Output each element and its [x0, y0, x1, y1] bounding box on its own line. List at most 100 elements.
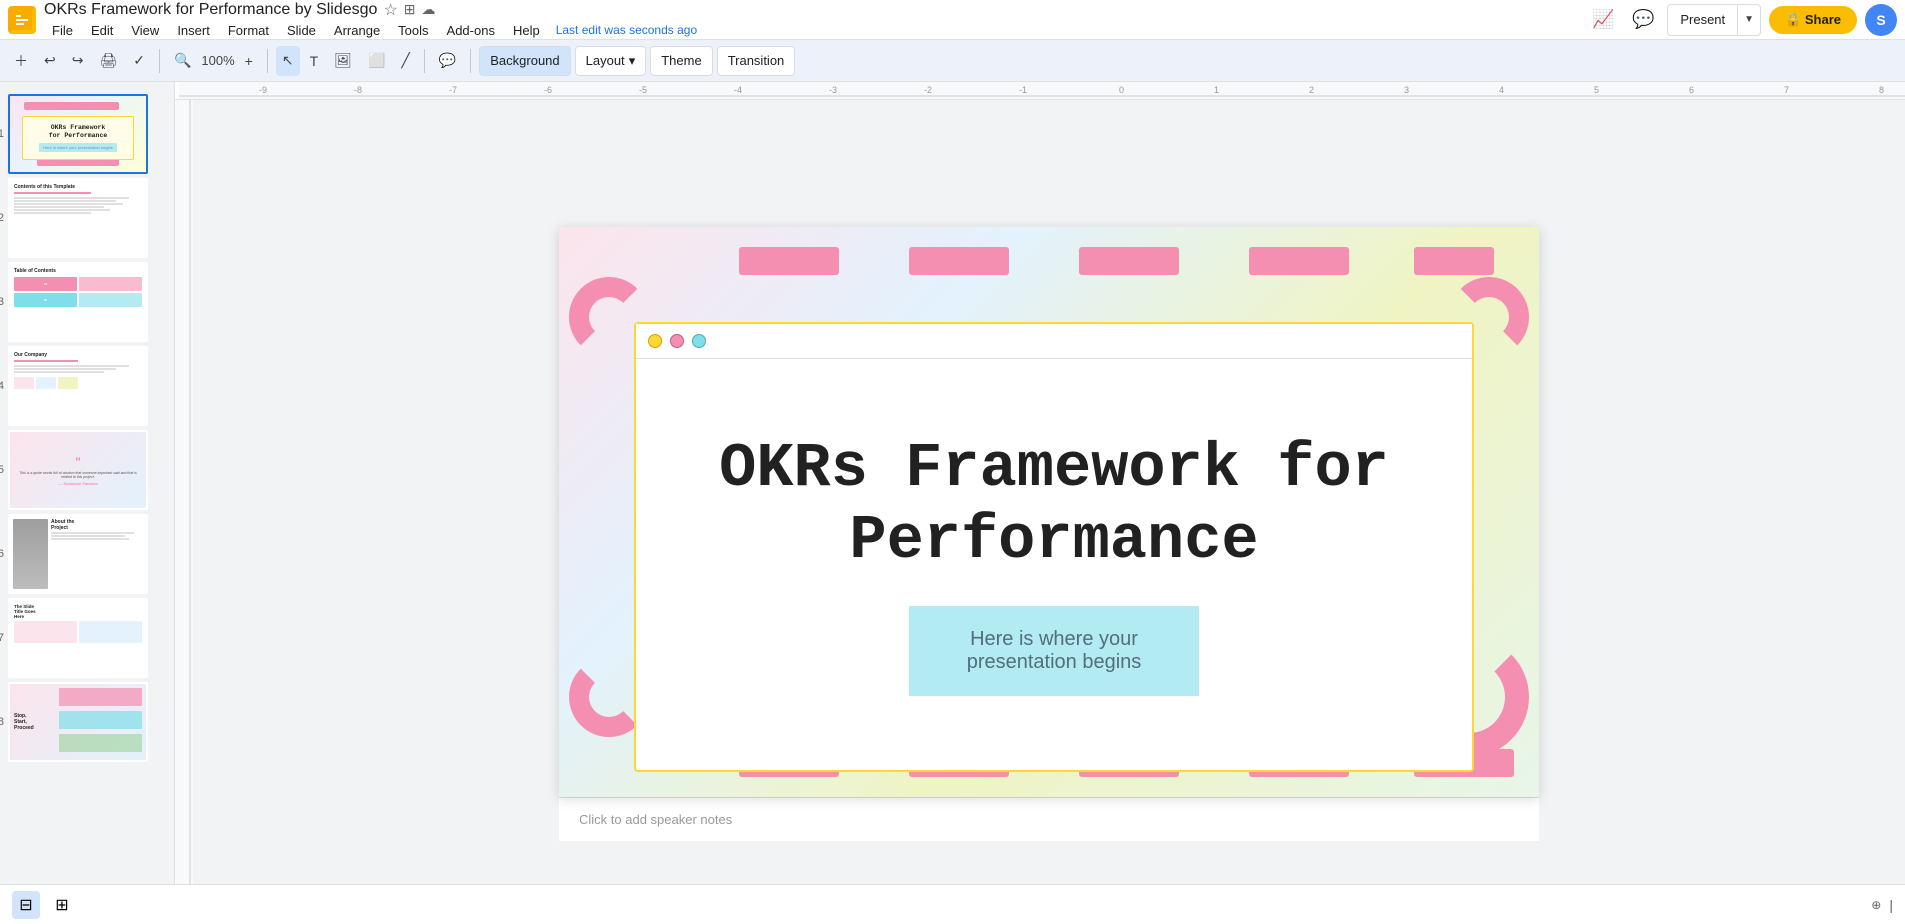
browser-dot-yellow [648, 334, 662, 348]
slide-thumb-7[interactable]: 7 The SlideTitle GoesHere [8, 598, 166, 678]
present-dropdown-arrow[interactable]: ▼ [1737, 5, 1760, 35]
main-slide-container: OKRs Framework for Performance Here is w… [559, 227, 1539, 797]
share-button[interactable]: 🔒 Share [1769, 6, 1857, 34]
deco-bar-top-4 [1249, 247, 1349, 275]
toolbar-new-btn[interactable]: ＋ [8, 46, 34, 76]
main-slide[interactable]: OKRs Framework for Performance Here is w… [559, 227, 1539, 797]
top-bar: OKRs Framework for Performance by Slides… [0, 0, 1905, 40]
slide-inner-5[interactable]: " This is a quote words full of wisdom t… [8, 430, 148, 510]
menu-addons[interactable]: Add-ons [439, 21, 503, 40]
subtitle-box[interactable]: Here is where your presentation begins [909, 606, 1199, 696]
toolbar-image-btn[interactable]: 🖼 [328, 46, 358, 76]
menu-file[interactable]: File [44, 21, 81, 40]
bottom-bar: ⊟ ⊞ ⊕ | [0, 884, 1905, 924]
slide-number-8: 8 [0, 716, 4, 728]
zoom-level: 100% [201, 53, 234, 68]
toolbar-textbox-btn[interactable]: T [304, 46, 325, 76]
slide-number-4: 4 [0, 380, 4, 392]
svg-text:3: 3 [1404, 85, 1409, 95]
slide-inner-4[interactable]: Our Company [8, 346, 148, 426]
svg-text:-2: -2 [924, 85, 932, 95]
slide-thumb-4[interactable]: 4 Our Company [8, 346, 166, 426]
slide-inner-1[interactable]: OKRs Frameworkfor Performance Here is wh… [8, 94, 148, 174]
app-icon[interactable] [8, 6, 36, 34]
slide-number-5: 5 [0, 464, 4, 476]
menu-format[interactable]: Format [220, 21, 277, 40]
last-edit-status: Last edit was seconds ago [556, 23, 697, 37]
doc-title[interactable]: OKRs Framework for Performance by Slides… [44, 1, 377, 19]
user-avatar[interactable]: S [1865, 4, 1897, 36]
present-label[interactable]: Present [1668, 12, 1737, 27]
slide-inner-6[interactable]: About theProject [8, 514, 148, 594]
menu-help[interactable]: Help [505, 21, 548, 40]
toolbar-divider-3 [424, 49, 425, 73]
slide-thumb-6[interactable]: 6 About theProject [8, 514, 166, 594]
toolbar-shapes-btn[interactable]: ⬜ [362, 46, 391, 76]
slide-main-title[interactable]: OKRs Framework for Performance [656, 433, 1452, 576]
toolbar-spellcheck-btn[interactable]: ✓ [127, 46, 151, 76]
canvas-scroll[interactable]: OKRs Framework for Performance Here is w… [193, 100, 1905, 924]
comments-icon[interactable]: 💬 [1627, 4, 1659, 36]
notes-area[interactable]: Click to add speaker notes [559, 797, 1539, 841]
browser-content: OKRs Framework for Performance Here is w… [636, 359, 1472, 770]
doc-title-area: OKRs Framework for Performance by Slides… [44, 0, 1587, 40]
slide-inner-7[interactable]: The SlideTitle GoesHere [8, 598, 148, 678]
drive-icon[interactable]: ⊞ [404, 1, 416, 18]
toolbar-comment-btn[interactable]: 💬 [433, 46, 462, 76]
browser-dot-cyan [692, 334, 706, 348]
cloud-icon[interactable]: ☁ [422, 1, 436, 18]
svg-text:-7: -7 [449, 85, 457, 95]
grid-view-btn[interactable]: ⊞ [48, 891, 76, 919]
toolbar-redo-btn[interactable]: ↪ [66, 46, 90, 76]
canvas-area: -9 -8 -7 -6 -5 -4 -3 -2 -1 0 1 2 3 4 5 6… [175, 82, 1905, 924]
svg-text:-3: -3 [829, 85, 837, 95]
toolbar-select-tool[interactable]: ↖ [276, 46, 300, 76]
browser-chrome [636, 324, 1472, 359]
slide-number-7: 7 [0, 632, 4, 644]
toolbar-layout-btn[interactable]: Layout▾ [575, 46, 647, 76]
menu-tools[interactable]: Tools [390, 21, 436, 40]
analytics-icon[interactable]: 📈 [1587, 4, 1619, 36]
svg-text:2: 2 [1309, 85, 1314, 95]
toolbar-divider-2 [267, 49, 268, 73]
menu-slide[interactable]: Slide [279, 21, 324, 40]
doc-title-row: OKRs Framework for Performance by Slides… [44, 0, 1587, 20]
menu-arrange[interactable]: Arrange [326, 21, 388, 40]
menu-insert[interactable]: Insert [169, 21, 218, 40]
slide-thumb-3[interactable]: 3 Table of Contents 01 02 [8, 262, 166, 342]
slide-number-1: 1 [0, 128, 4, 140]
toolbar-theme-btn[interactable]: Theme [650, 46, 712, 76]
slide-number-3: 3 [0, 296, 4, 308]
svg-text:5: 5 [1594, 85, 1599, 95]
menu-edit[interactable]: Edit [83, 21, 121, 40]
slide-inner-3[interactable]: Table of Contents 01 02 [8, 262, 148, 342]
toolbar-transition-btn[interactable]: Transition [717, 46, 796, 76]
deco-bar-top-2 [909, 247, 1009, 275]
slide-thumb-2[interactable]: 2 Contents of this Template [8, 178, 166, 258]
browser-dot-pink [670, 334, 684, 348]
doc-icons: ☆ ⊞ ☁ [383, 0, 435, 20]
toolbar-line-btn[interactable]: ╱ [395, 46, 415, 76]
cursor-icon: | [1889, 897, 1893, 913]
slide-inner-2[interactable]: Contents of this Template [8, 178, 148, 258]
browser-frame[interactable]: OKRs Framework for Performance Here is w… [634, 322, 1474, 772]
svg-text:-9: -9 [259, 85, 267, 95]
svg-text:6: 6 [1689, 85, 1694, 95]
toolbar-zoom-in[interactable]: + [239, 46, 259, 76]
svg-text:7: 7 [1784, 85, 1789, 95]
slide-thumb-1[interactable]: 1 OKRs Frameworkfor Performance Here is … [8, 94, 166, 174]
toolbar-zoom-out[interactable]: 🔍 [168, 46, 197, 76]
star-icon[interactable]: ☆ [383, 0, 397, 20]
slide-thumb-8[interactable]: 8 Stop,Start,Proceed [8, 682, 166, 762]
slide-thumb-5[interactable]: 5 " This is a quote words full of wisdom… [8, 430, 166, 510]
present-button[interactable]: Present ▼ [1667, 4, 1761, 36]
fit-screen-btn[interactable]: ⊕ [1871, 898, 1881, 912]
toolbar-print-btn[interactable]: 🖨 [93, 46, 123, 76]
notes-placeholder[interactable]: Click to add speaker notes [579, 812, 732, 827]
slide-view-btn[interactable]: ⊟ [12, 891, 40, 919]
menu-view[interactable]: View [123, 21, 167, 40]
svg-text:8: 8 [1879, 85, 1884, 95]
slide-inner-8[interactable]: Stop,Start,Proceed [8, 682, 148, 762]
toolbar-undo-btn[interactable]: ↩ [38, 46, 62, 76]
toolbar-background-btn[interactable]: Background [479, 46, 570, 76]
